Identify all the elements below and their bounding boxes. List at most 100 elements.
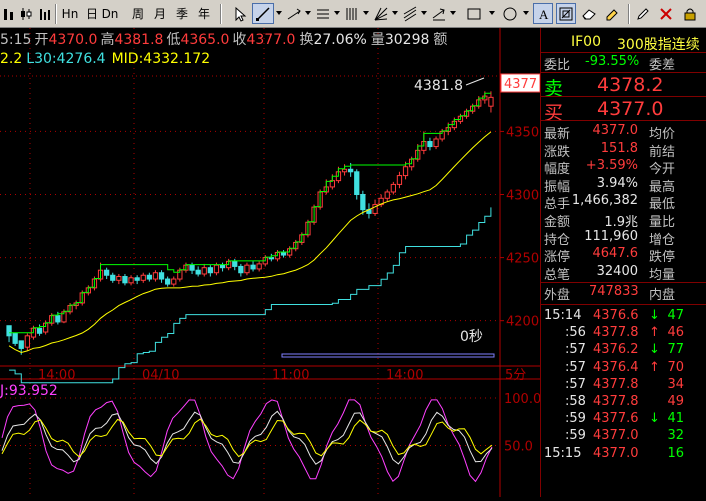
draw-line-tool-icon[interactable]: [252, 3, 274, 24]
vertical-lines-tool-icon[interactable]: [342, 3, 362, 24]
time-tick-label: 14:00: [38, 368, 75, 383]
highlighter-icon[interactable]: [602, 3, 622, 24]
candle-body: [122, 276, 128, 284]
candle-body: [341, 168, 348, 173]
candle-body: [134, 277, 140, 281]
candlestick-chart[interactable]: 4350 4300 4250 4200 14:00 04/10 11:00 14:00 5分 43…: [0, 28, 541, 497]
info-open-label: 开: [34, 32, 49, 48]
ma-line: [8, 131, 492, 354]
tick-t: 15:15: [544, 445, 582, 461]
ma-info-bar: 2.2 L30:4276.4 MID:4332.172: [0, 51, 210, 67]
tick-t: :57: [565, 376, 586, 392]
kdj-j-value: J:93.952: [0, 383, 58, 399]
tick-p: 4377.0: [593, 428, 639, 444]
quote-row-label: 总笔: [544, 267, 571, 283]
candle-icon[interactable]: [19, 3, 33, 24]
tick-p: 4377.8: [593, 325, 639, 341]
quote-row-label: 涨跌: [544, 144, 571, 160]
parallel-lines-tool-icon[interactable]: [313, 3, 333, 24]
period-button-2[interactable]: Dn: [100, 3, 120, 24]
candle-body: [110, 274, 116, 281]
delete-drawing-icon[interactable]: [656, 3, 676, 24]
candle-body: [195, 269, 201, 275]
candle-body: [280, 252, 287, 256]
candle-body: [348, 168, 354, 173]
fan-lines-tool-icon[interactable]: [371, 3, 391, 24]
tick-t: 15:14: [544, 308, 582, 323]
weicha-label: 委差: [649, 58, 676, 73]
current-price-label: 4377: [504, 77, 537, 92]
period-button-3[interactable]: 周: [128, 3, 148, 24]
price-tick-label: 4200: [506, 315, 539, 330]
tick-chart-icon[interactable]: [38, 3, 52, 24]
quote-row-label: 幅度: [544, 162, 571, 178]
arrow-line-tool-icon[interactable]: [429, 3, 449, 24]
period-button-0[interactable]: Hn: [60, 3, 80, 24]
chart-area[interactable]: 4350 4300 4250 4200 14:00 04/10 11:00 14:00 5分 43…: [0, 28, 541, 497]
quote-row-value: 4647.6: [592, 246, 639, 262]
pen-icon[interactable]: [633, 3, 653, 24]
quote-row-label: 总手: [544, 197, 571, 213]
candle-body: [24, 335, 30, 348]
ohlc-info-bar: 5:15 开4370.0 高4381.8 低4365.0 收4377.0 换27.06% 量…: [0, 32, 447, 48]
period-button-6[interactable]: 年: [194, 3, 214, 24]
candle-body: [396, 175, 403, 185]
tick-t: :57: [565, 342, 586, 358]
candle-body: [6, 325, 12, 337]
quote-row-label2: 均量: [649, 267, 676, 283]
candle-body: [433, 138, 439, 148]
info-high-label: 高: [100, 32, 115, 48]
quote-row-label2: 最高: [649, 179, 676, 195]
candle-body: [402, 166, 409, 177]
quote-row-label: 最新: [544, 127, 571, 142]
quote-row-value: 111,960: [584, 228, 638, 244]
candle-body: [244, 264, 250, 274]
candle-body: [488, 96, 494, 107]
outer-value: 747833: [589, 284, 639, 299]
channel-tool-icon[interactable]: [400, 3, 420, 24]
ray-tool-icon[interactable]: [284, 3, 304, 24]
tick-p: 4376.4: [593, 359, 639, 375]
info-volume-label: 量: [370, 32, 385, 48]
candle-body: [427, 141, 433, 148]
ellipse-tool-icon[interactable]: [499, 3, 521, 24]
quote-row-label2: 最低: [649, 197, 676, 213]
quote-row-value: 4377.0: [592, 123, 639, 138]
kdj-tick-label: 50.0: [504, 440, 533, 455]
candle-body: [128, 277, 134, 284]
tick-v: 70: [667, 359, 684, 375]
candle-body: [18, 340, 24, 349]
mid-value: MID:4332.172: [111, 51, 211, 67]
candle-body: [165, 278, 171, 285]
info-low-label: 低: [166, 32, 181, 48]
tick-v: 49: [667, 394, 684, 409]
tick-v: 16: [667, 445, 684, 461]
candle-body: [158, 272, 165, 280]
tick-a: ↑: [649, 359, 660, 375]
tick-t: :59: [565, 428, 586, 444]
tick-v: 46: [667, 325, 684, 341]
tick-t: :57: [565, 359, 586, 375]
period-button-5[interactable]: 季: [172, 3, 192, 24]
tick-p: 4377.8: [593, 394, 639, 409]
magnet-icon[interactable]: [556, 3, 576, 24]
time-tick-label: 04/10: [142, 368, 179, 383]
text-tool-icon[interactable]: A: [533, 3, 553, 24]
quote-row-label2: 跌停: [649, 250, 676, 266]
weibi-value: -93.55%: [585, 54, 640, 69]
lock-icon[interactable]: [680, 3, 700, 24]
rectangle-tool-icon[interactable]: [463, 3, 485, 24]
quote-row-value: 1,466,382: [571, 193, 638, 209]
info-high: 4381.8: [114, 32, 164, 48]
cursor-icon[interactable]: [228, 3, 252, 24]
bar-chart-icon[interactable]: [2, 3, 16, 24]
sell-price: 4378.2: [597, 74, 664, 96]
tick-t: :59: [565, 411, 586, 427]
tick-a: ↑: [649, 325, 660, 341]
eraser-icon[interactable]: [579, 3, 599, 24]
info-turnover-label: 换: [299, 32, 314, 48]
period-button-1[interactable]: 日: [82, 3, 102, 24]
period-label: 5分: [505, 368, 526, 383]
period-button-4[interactable]: 月: [150, 3, 170, 24]
quote-row-value: 151.8: [600, 140, 638, 156]
